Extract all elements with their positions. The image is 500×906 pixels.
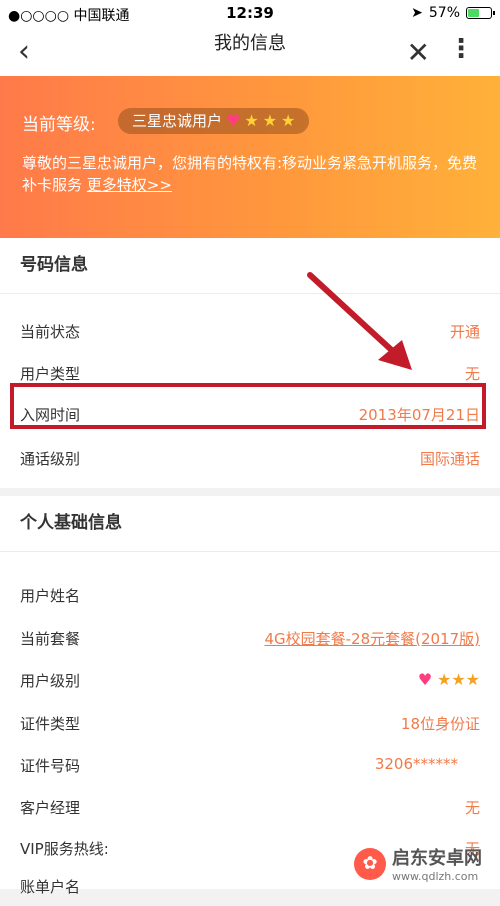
watermark-name: 启东安卓网 [392,848,482,869]
section-title: 号码信息 [0,238,500,294]
star-icon: ★ [262,111,278,130]
row-label: 客户经理 [20,799,81,817]
level-label: 当前等级: [22,115,96,135]
info-row: 用户姓名 [0,575,500,615]
info-row: 用户级别 ♥ ★★★ [0,660,500,700]
battery-icon [466,7,495,19]
row-label: VIP服务热线: [20,840,109,858]
star-icon: ★ [244,111,259,130]
privilege-description: 尊敬的三星忠诚用户，您拥有的特权有:移动业务紧急开机服务，免费补卡服务 更多特权… [22,152,482,196]
close-icon[interactable]: ✕ [407,36,430,69]
row-value: 无 [464,365,480,383]
info-row: 当前状态 开通 [0,311,500,351]
info-row: 通话级别 国际通话 [0,438,500,478]
current-plan-link[interactable]: 4G校园套餐-28元套餐(2017版) [264,628,480,649]
heart-icon: ♥ [417,670,433,689]
info-row: 客户经理 无 [0,787,500,827]
row-label: 用户级别 [20,672,81,690]
row-value: 国际通话 [419,450,480,468]
row-label: 通话级别 [20,450,81,468]
more-privileges-link[interactable]: 更多特权>> [87,176,172,194]
info-row: 证件号码 3206****** [0,745,500,785]
row-label: 当前套餐 [20,630,81,648]
row-label: 账单户名 [20,878,81,896]
row-label: 用户姓名 [20,587,81,605]
row-label: 用户类型 [20,365,81,383]
row-value: 3206****** [374,755,458,773]
watermark-url: www.qdlzh.com [392,870,479,883]
highlight-box [10,383,486,429]
row-label: 当前状态 [20,323,81,341]
star-icon: ★ [281,111,296,130]
row-value: 开通 [449,323,480,341]
status-bar: ●○○○○ 中国联通 12:39 ➤ 57% [0,0,500,28]
watermark-logo-icon: ✿ [354,847,386,880]
heart-icon: ♥ [226,111,241,130]
row-label: 证件类型 [20,715,81,733]
watermark: ✿ 启东安卓网 www.qdlzh.com [354,844,482,883]
row-value: 18位身份证 [400,715,480,733]
section-title: 个人基础信息 [0,496,500,552]
level-badge: 三星忠诚用户 ♥ ★ ★ ★ [118,108,310,134]
row-label: 证件号码 [20,757,81,775]
location-icon: ➤ [411,5,423,21]
battery-percent: 57% [428,5,460,21]
level-banner: 当前等级: 三星忠诚用户 ♥ ★ ★ ★ 尊敬的三星忠诚用户，您拥有的特权有:移… [0,76,500,238]
status-right: ➤ 57% [411,5,495,21]
level-badge-text: 三星忠诚用户 [132,112,223,130]
star-icon: ★★★ [436,670,480,689]
watermark-text: 启东安卓网 www.qdlzh.com [392,844,482,883]
info-row[interactable]: 当前套餐 4G校园套餐-28元套餐(2017版) [0,618,500,658]
navigation-bar: ‹ 我的信息 ✕ ⋮ [0,28,500,76]
user-level-stars: ♥ ★★★ [418,670,480,689]
info-row: 证件类型 18位身份证 [0,703,500,743]
row-value: 无 [464,799,480,817]
more-vertical-icon[interactable]: ⋮ [448,34,474,64]
